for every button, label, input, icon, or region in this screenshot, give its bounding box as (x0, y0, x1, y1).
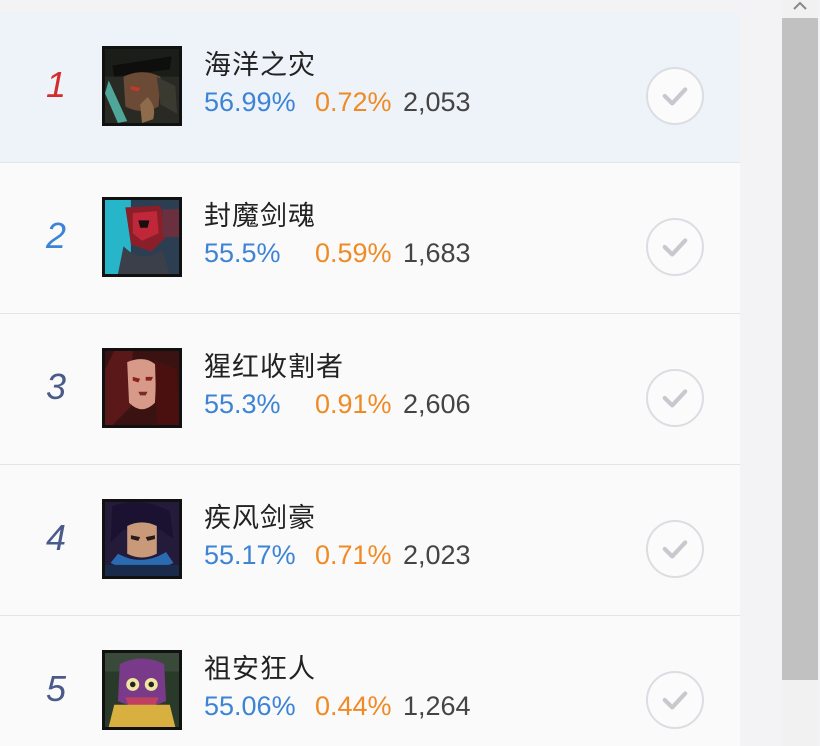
win-rate: 55.3% (204, 389, 281, 419)
gangplank-portrait-icon (105, 49, 179, 123)
select-check-button[interactable] (646, 67, 704, 125)
hero-avatar (102, 348, 182, 428)
games-count: 2,606 (403, 389, 471, 419)
games-count: 1,264 (403, 691, 471, 721)
pick-rate: 0.71% (315, 540, 392, 570)
hero-name: 海洋之灾 (204, 50, 316, 80)
hero-avatar (102, 46, 182, 126)
pick-rate: 0.91% (315, 389, 392, 419)
pick-rate: 0.59% (315, 238, 392, 268)
scroll-up-arrow-icon[interactable] (788, 0, 812, 12)
checkmark-icon (662, 540, 688, 559)
hero-row[interactable]: 3 猩红收割者 55.3% 0.91% 2,606 (0, 314, 740, 465)
select-check-button[interactable] (646, 369, 704, 427)
hero-avatar (102, 499, 182, 579)
hero-stats: 55.17% 0.71% 2,023 (204, 537, 471, 573)
yasuo-portrait-icon (105, 502, 179, 576)
singed-portrait-icon (105, 653, 179, 727)
rank-number: 5 (45, 668, 67, 709)
hero-name: 祖安狂人 (204, 654, 316, 684)
checkmark-icon (662, 691, 688, 710)
hero-list: 1 海洋之灾 56.99% 0.72% 2,053 2 封魔剑魂 55.5% 0… (0, 12, 740, 746)
games-count: 1,683 (403, 238, 471, 268)
scrollbar-thumb[interactable] (782, 18, 818, 680)
checkmark-icon (662, 238, 688, 257)
vladimir-portrait-icon (105, 351, 179, 425)
hero-row[interactable]: 4 疾风剑豪 55.17% 0.71% 2,023 (0, 465, 740, 616)
rank-number: 2 (45, 215, 67, 256)
hero-row[interactable]: 1 海洋之灾 56.99% 0.72% 2,053 (0, 12, 740, 163)
checkmark-icon (662, 87, 688, 106)
hero-avatar (102, 650, 182, 730)
hero-stats: 56.99% 0.72% 2,053 (204, 84, 471, 120)
hero-ranking-panel: 1 海洋之灾 56.99% 0.72% 2,053 2 封魔剑魂 55.5% 0… (0, 0, 820, 746)
games-count: 2,053 (403, 87, 471, 117)
rank-number: 4 (45, 517, 67, 558)
pick-rate: 0.72% (315, 87, 392, 117)
win-rate: 55.06% (204, 691, 296, 721)
hero-name: 疾风剑豪 (204, 503, 316, 533)
select-check-button[interactable] (646, 218, 704, 276)
hero-stats: 55.06% 0.44% 1,264 (204, 688, 471, 724)
hero-row[interactable]: 5 祖安狂人 55.06% 0.44% 1,264 (0, 616, 740, 746)
yone-portrait-icon (105, 200, 179, 274)
rank-number: 1 (45, 64, 67, 105)
games-count: 2,023 (403, 540, 471, 570)
hero-row[interactable]: 2 封魔剑魂 55.5% 0.59% 1,683 (0, 163, 740, 314)
checkmark-icon (662, 389, 688, 408)
hero-name: 猩红收割者 (204, 352, 344, 382)
hero-name: 封魔剑魂 (204, 201, 316, 231)
hero-stats: 55.5% 0.59% 1,683 (204, 235, 471, 271)
select-check-button[interactable] (646, 671, 704, 729)
select-check-button[interactable] (646, 520, 704, 578)
win-rate: 55.17% (204, 540, 296, 570)
win-rate: 56.99% (204, 87, 296, 117)
win-rate: 55.5% (204, 238, 281, 268)
hero-avatar (102, 197, 182, 277)
vertical-scrollbar[interactable] (782, 0, 818, 746)
hero-stats: 55.3% 0.91% 2,606 (204, 386, 471, 422)
rank-number: 3 (45, 366, 67, 407)
pick-rate: 0.44% (315, 691, 392, 721)
